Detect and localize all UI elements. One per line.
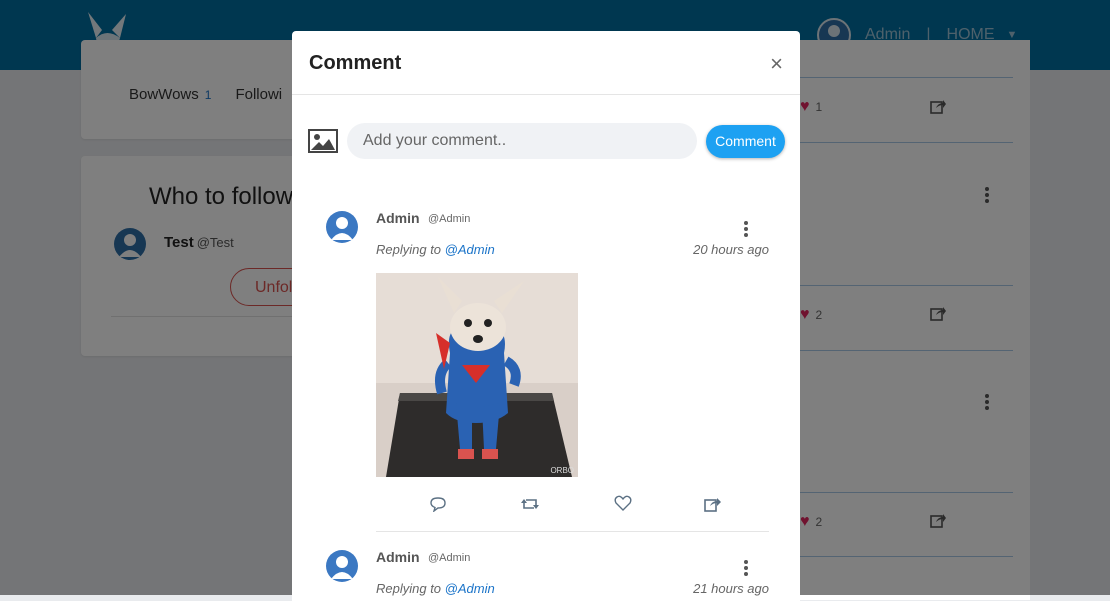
replying-to: Replying to @Admin [376, 242, 495, 257]
avatar[interactable] [326, 550, 358, 582]
comment-icon[interactable] [429, 496, 447, 512]
divider [376, 531, 769, 532]
gif-watermark: ORBO [550, 466, 574, 475]
retweet-icon[interactable] [521, 496, 539, 512]
comment-author-name[interactable]: Admin [376, 210, 420, 226]
share-icon[interactable] [704, 496, 722, 512]
heart-icon[interactable] [614, 495, 632, 511]
replying-to-label: Replying to [376, 581, 442, 596]
comment-timestamp: 21 hours ago [693, 581, 769, 596]
avatar[interactable] [326, 211, 358, 243]
comment-author-handle: @Admin [428, 552, 471, 564]
comment-submit-button[interactable]: Comment [706, 125, 785, 158]
replying-to-link[interactable]: @Admin [445, 581, 495, 596]
close-icon[interactable]: × [770, 51, 783, 77]
more-vertical-icon[interactable] [744, 221, 748, 239]
modal-header: Comment × [292, 31, 800, 95]
user-icon [331, 556, 353, 579]
comment-timestamp: 20 hours ago [693, 242, 769, 257]
modal-title: Comment [309, 52, 402, 74]
user-icon [331, 217, 353, 240]
replying-to: Replying to @Admin [376, 581, 495, 596]
replying-to-link[interactable]: @Admin [445, 242, 495, 257]
comment-gif[interactable]: ORBO [376, 273, 578, 477]
comment-author-name[interactable]: Admin [376, 549, 420, 565]
comment-compose: Comment [308, 123, 788, 161]
replying-to-label: Replying to [376, 242, 442, 257]
chihuahua-superman-image [376, 273, 578, 477]
image-icon[interactable] [308, 129, 338, 153]
more-vertical-icon[interactable] [744, 560, 748, 578]
comment-modal: Comment × Comment Admin @Admin Replying … [292, 31, 800, 601]
comment-author-handle: @Admin [428, 213, 471, 225]
comment-input[interactable] [347, 123, 697, 159]
